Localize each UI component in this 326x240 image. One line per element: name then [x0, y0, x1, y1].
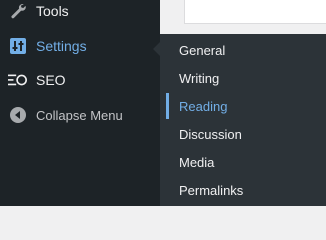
menu-item-settings-label: Settings [36, 38, 87, 54]
submenu-item-media[interactable]: Media [160, 148, 326, 176]
seo-icon [8, 70, 28, 90]
submenu-item-label: Discussion [179, 126, 242, 142]
collapse-arrow-icon [8, 105, 28, 125]
menu-item-tools[interactable]: Tools [0, 0, 160, 28]
menu-item-settings[interactable]: Settings [0, 29, 160, 63]
submenu-item-discussion[interactable]: Discussion [160, 120, 326, 148]
submenu-item-label: Reading [179, 98, 228, 114]
submenu-item-label: Media [179, 154, 215, 170]
submenu-item-general[interactable]: General [160, 36, 326, 64]
content-panel [184, 0, 326, 24]
submenu-item-reading[interactable]: Reading [160, 92, 326, 120]
menu-item-seo-label: SEO [36, 72, 66, 88]
submenu-item-label: General [179, 42, 226, 58]
collapse-menu-button[interactable]: Collapse Menu [0, 98, 160, 132]
menu-item-seo[interactable]: SEO [0, 63, 160, 97]
settings-sliders-icon [8, 36, 28, 56]
submenu-item-writing[interactable]: Writing [160, 64, 326, 92]
admin-sidebar: Tools Settings SEO Collapse Menu [0, 0, 160, 206]
submenu-item-label: Writing [179, 70, 220, 86]
submenu-item-label: Permalinks [179, 182, 244, 198]
wrench-icon [8, 1, 28, 21]
menu-item-tools-label: Tools [36, 3, 69, 19]
collapse-menu-label: Collapse Menu [36, 107, 123, 123]
settings-submenu: General Writing Reading Discussion Media… [160, 34, 326, 206]
submenu-item-permalinks[interactable]: Permalinks [160, 176, 326, 204]
